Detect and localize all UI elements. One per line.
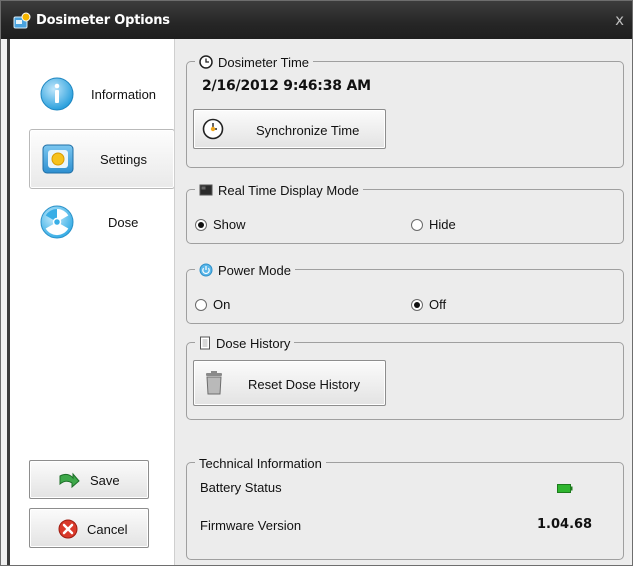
radio-indicator <box>411 298 423 311</box>
group-legend: Power Mode <box>195 261 295 279</box>
radio-indicator <box>411 218 423 231</box>
app-icon <box>13 12 31 29</box>
nav-panel: Information Settings Dose Save Cancel <box>7 39 175 565</box>
group-title: Dosimeter Time <box>218 54 310 70</box>
nav-item-settings[interactable]: Settings <box>29 129 175 189</box>
save-button[interactable]: Save <box>29 460 149 499</box>
dosimeter-options-window: Dosimeter Options x Information Settings… <box>0 0 633 566</box>
cancel-button[interactable]: Cancel <box>29 508 149 548</box>
radio-label: Show <box>213 217 246 232</box>
radiation-icon <box>40 205 74 239</box>
power-icon <box>199 263 213 277</box>
dose-history-group: Dose History Reset Dose History <box>186 334 624 420</box>
radio-label: On <box>213 297 231 312</box>
technical-info-group: Technical Information Battery Status Fir… <box>186 454 624 560</box>
nav-item-label: Dose <box>108 215 139 230</box>
window-title: Dosimeter Options <box>36 13 170 28</box>
radio-indicator <box>195 218 207 231</box>
reset-dose-history-button[interactable]: Reset Dose History <box>193 360 386 406</box>
radio-label: Hide <box>429 217 456 232</box>
power-mode-group: Power Mode On Off <box>186 261 624 324</box>
group-legend: Dose History <box>195 334 295 352</box>
hide-radio[interactable]: Hide <box>411 217 456 232</box>
group-legend: Technical Information <box>195 454 326 472</box>
info-icon <box>40 77 74 111</box>
group-title: Real Time Display Mode <box>218 182 359 198</box>
sync-label: Synchronize Time <box>256 123 360 138</box>
battery-status-label: Battery Status <box>200 480 282 495</box>
group-title: Power Mode <box>218 262 291 278</box>
radio-label: Off <box>429 297 447 312</box>
show-radio[interactable]: Show <box>195 217 246 232</box>
cancel-label: Cancel <box>87 522 128 537</box>
history-icon <box>200 336 210 350</box>
cancel-icon <box>58 519 78 539</box>
group-title: Dose History <box>216 335 291 351</box>
group-title: Technical Information <box>199 455 322 471</box>
nav-item-label: Information <box>91 87 157 102</box>
synchronize-time-button[interactable]: Synchronize Time <box>193 109 386 149</box>
display-icon <box>199 184 213 196</box>
off-radio[interactable]: Off <box>411 297 446 312</box>
nav-item-dose[interactable]: Dose <box>29 193 175 253</box>
dialog-body: Information Settings Dose Save Cancel Do… <box>7 39 630 565</box>
settings-panel: Dosimeter Time 2/16/2012 9:46:38 AM Sync… <box>174 39 630 565</box>
group-legend: Dosimeter Time <box>195 53 314 71</box>
sync-clock-icon <box>202 118 224 140</box>
on-radio[interactable]: On <box>195 297 230 312</box>
radio-indicator <box>195 298 207 311</box>
group-legend: Real Time Display Mode <box>195 181 363 199</box>
reset-label: Reset Dose History <box>248 377 360 392</box>
save-label: Save <box>90 473 120 488</box>
save-arrow-icon <box>59 472 80 489</box>
close-icon[interactable]: x <box>615 11 624 29</box>
dosimeter-time-group: Dosimeter Time 2/16/2012 9:46:38 AM Sync… <box>186 53 624 168</box>
settings-icon <box>42 144 74 174</box>
battery-icon <box>557 484 573 493</box>
realtime-display-group: Real Time Display Mode Show Hide <box>186 181 624 244</box>
nav-item-information[interactable]: Information <box>29 65 175 125</box>
clock-icon <box>199 55 213 69</box>
trash-icon <box>206 371 222 395</box>
firmware-version-label: Firmware Version <box>200 518 302 533</box>
title-bar: Dosimeter Options x <box>1 1 632 39</box>
firmware-version-value: 1.04.68 <box>537 517 593 532</box>
dosimeter-time-value: 2/16/2012 9:46:38 AM <box>202 78 371 94</box>
nav-item-label: Settings <box>100 152 147 167</box>
